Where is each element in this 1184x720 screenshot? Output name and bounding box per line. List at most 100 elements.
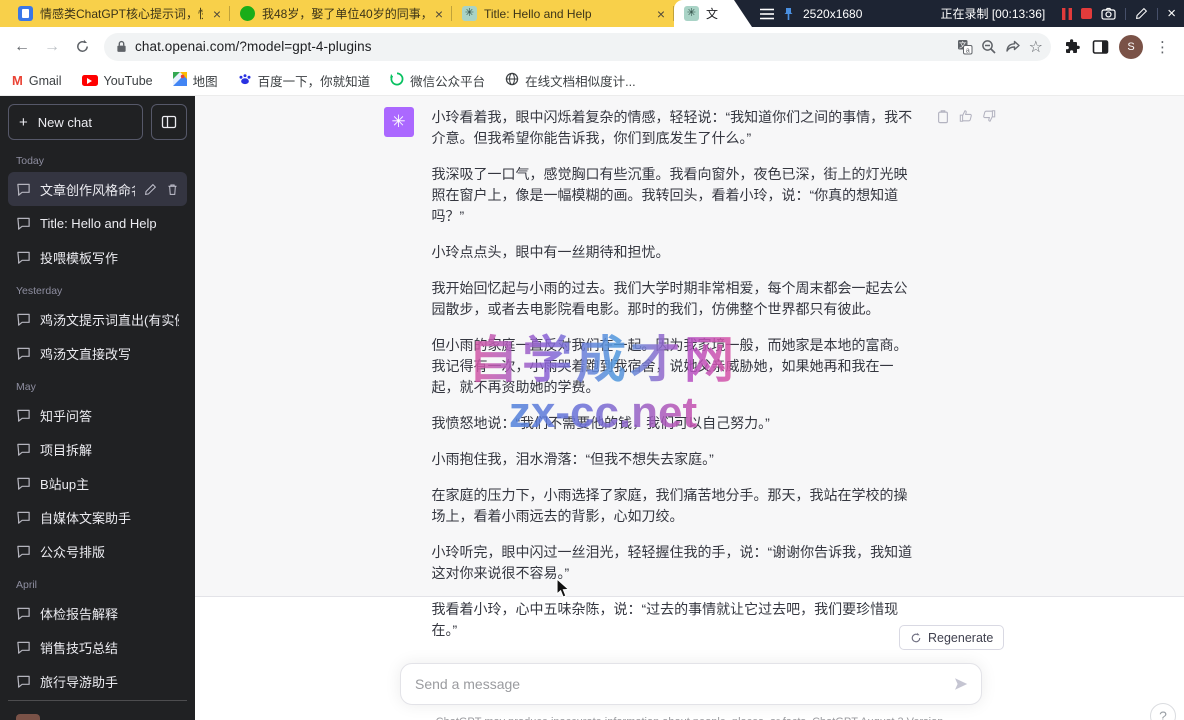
chatgpt-app: + New chat Today 文章创作风格命名：风 Title: Hello…	[0, 96, 1184, 720]
user-avatar: S	[16, 714, 40, 720]
chatgpt-icon: ✳	[462, 6, 477, 21]
message-paragraph: 我愤怒地说：“我们不需要他的钱，我们可以自己努力。”	[432, 413, 918, 434]
url-text[interactable]: chat.openai.com/?model=gpt-4-plugins	[135, 39, 949, 54]
close-icon[interactable]: ×	[1167, 5, 1176, 22]
sidebar-item-sales-skills[interactable]: 销售技巧总结	[8, 630, 187, 664]
close-icon[interactable]: ×	[432, 6, 446, 22]
sidebar-item-writing-style[interactable]: 文章创作风格命名：风	[8, 172, 187, 206]
pin-icon[interactable]	[783, 7, 794, 21]
chat-bubble-icon	[16, 442, 31, 457]
maps-icon	[173, 72, 187, 89]
back-icon[interactable]: ←	[8, 38, 36, 56]
bookmark-label: 地图	[193, 71, 218, 90]
bookmark-label: 微信公众平台	[410, 71, 485, 90]
chat-bubble-icon	[16, 346, 31, 361]
share-icon[interactable]	[1005, 39, 1021, 54]
sidebar-item-label: Title: Hello and Help	[40, 216, 179, 231]
message-input[interactable]	[415, 676, 953, 692]
message-input-container[interactable]	[400, 663, 982, 705]
disclaimer-text: ChatGPT may produce inaccurate informati…	[195, 716, 1184, 720]
message-paragraph: 我深吸了一口气，感觉胸口有些沉重。我看向窗外，夜色已深，街上的灯光映照在窗户上，…	[432, 164, 918, 227]
bookmark-doc-similarity[interactable]: 在线文档相似度计...	[505, 71, 635, 90]
section-label-may: May	[8, 370, 187, 398]
sidebar-item-health-report[interactable]: 体检报告解释	[8, 596, 187, 630]
bookmark-label: 在线文档相似度计...	[525, 71, 635, 90]
bookmark-star-icon[interactable]: ☆	[1029, 37, 1043, 57]
copy-icon[interactable]	[936, 109, 950, 124]
address-bar[interactable]: chat.openai.com/?model=gpt-4-plugins 文a …	[104, 33, 1051, 61]
stop-icon[interactable]	[1081, 8, 1092, 19]
bookmark-youtube[interactable]: YouTube	[82, 74, 153, 88]
extensions-icon[interactable]	[1059, 39, 1085, 55]
divider	[8, 700, 187, 701]
user-menu[interactable]: S Scott Henderson ⋯	[8, 706, 187, 720]
sidebar-item-label: 鸡汤文提示词直出(有实例)	[40, 310, 179, 329]
tab-wechat-article[interactable]: 我48岁，娶了单位40岁的同事， ×	[230, 0, 452, 27]
sidebar-item-hello-and-help[interactable]: Title: Hello and Help	[8, 206, 187, 240]
chat-bubble-icon	[16, 606, 31, 621]
chatgpt-avatar-icon: ✳	[384, 107, 414, 137]
bookmark-label: YouTube	[104, 74, 153, 88]
forward-icon[interactable]: →	[38, 38, 66, 56]
divider	[1157, 8, 1158, 20]
wechat-platform-icon	[390, 72, 404, 89]
tab-hello-and-help[interactable]: ✳ Title: Hello and Help ×	[452, 0, 674, 27]
sidebar-item-soup-rewrite[interactable]: 鸡汤文直接改写	[8, 336, 187, 370]
reload-icon[interactable]	[68, 39, 96, 54]
section-label-yesterday: Yesterday	[8, 274, 187, 302]
bookmark-label: 百度一下，你就知道	[258, 71, 371, 90]
recording-resolution: 2520x1680	[803, 7, 862, 21]
pencil-icon[interactable]	[1135, 7, 1148, 20]
menu-icon[interactable]	[760, 8, 774, 20]
send-icon[interactable]	[953, 676, 969, 692]
browser-menu-icon[interactable]: ⋮	[1149, 38, 1176, 56]
recording-status: 正在录制 [00:13:36]	[941, 5, 1046, 22]
conversation-panel: ✳ 小玲看着我，眼中闪烁着复杂的情感，轻轻说：“我知道你们之间的事情，我不介意。…	[195, 96, 1184, 720]
youtube-icon	[82, 75, 98, 86]
regenerate-button[interactable]: Regenerate	[899, 625, 1004, 650]
bookmark-wechat-platform[interactable]: 微信公众平台	[390, 71, 485, 90]
tab-title: Title: Hello and Help	[484, 7, 647, 21]
bookmark-maps[interactable]: 地图	[173, 71, 218, 90]
thumbs-down-icon[interactable]	[982, 109, 996, 123]
profile-avatar[interactable]: S	[1119, 35, 1143, 59]
regenerate-label: Regenerate	[928, 631, 993, 645]
new-chat-button[interactable]: + New chat	[8, 104, 143, 140]
section-label-today: Today	[8, 144, 187, 172]
delete-icon[interactable]	[166, 183, 179, 196]
sidebar-item-soup-prompts[interactable]: 鸡汤文提示词直出(有实例)	[8, 302, 187, 336]
sidebar-item-project-breakdown[interactable]: 项目拆解	[8, 432, 187, 466]
pause-icon[interactable]	[1062, 8, 1072, 20]
tab-title: 我48岁，娶了单位40岁的同事，	[262, 5, 425, 22]
thumbs-up-icon[interactable]	[959, 109, 973, 123]
bookmark-baidu[interactable]: 百度一下，你就知道	[238, 71, 371, 90]
bookmark-gmail[interactable]: M Gmail	[12, 73, 62, 88]
collapse-sidebar-button[interactable]	[151, 104, 187, 140]
translate-icon[interactable]: 文a	[957, 39, 973, 55]
tab-prompt-doc[interactable]: 情感类ChatGPT核心提示词，快 ×	[8, 0, 230, 27]
sidebar-item-template-writing[interactable]: 投喂模板写作	[8, 240, 187, 274]
assistant-message-text: 小玲看着我，眼中闪烁着复杂的情感，轻轻说：“我知道你们之间的事情，我不介意。但我…	[432, 107, 918, 656]
message-paragraph: 我开始回忆起与小雨的过去。我们大学时期非常相爱，每个周末都会一起去公园散步，或者…	[432, 278, 918, 320]
message-paragraph: 我看着小玲，心中五味杂陈，说：“过去的事情就让它过去吧，我们要珍惜现在。”	[432, 599, 918, 641]
sidebar-item-zhihu-qa[interactable]: 知乎问答	[8, 398, 187, 432]
sidebar-item-label: 自媒体文案助手	[40, 508, 179, 527]
bookmark-label: Gmail	[29, 74, 62, 88]
sidebar-item-official-account-layout[interactable]: 公众号排版	[8, 534, 187, 568]
sidebar-item-label: 销售技巧总结	[40, 638, 179, 657]
chat-bubble-icon	[16, 510, 31, 525]
sidebar-item-bilibili-uploader[interactable]: B站up主	[8, 466, 187, 500]
browser-toolbar: ← → chat.openai.com/?model=gpt-4-plugins…	[0, 27, 1184, 66]
edit-icon[interactable]	[144, 183, 157, 196]
close-icon[interactable]: ×	[210, 6, 224, 22]
gmail-icon: M	[12, 73, 23, 88]
sidebar-item-travel-guide[interactable]: 旅行导游助手	[8, 664, 187, 698]
side-panel-icon[interactable]	[1087, 39, 1113, 55]
camera-icon[interactable]	[1101, 7, 1116, 20]
sidebar-item-media-copywriter[interactable]: 自媒体文案助手	[8, 500, 187, 534]
screen-recorder-bar: 2520x1680 正在录制 [00:13:36] ×	[708, 0, 1184, 27]
chat-bubble-icon	[16, 640, 31, 655]
zoom-out-icon[interactable]	[981, 39, 997, 55]
close-icon[interactable]: ×	[654, 6, 668, 22]
sidebar-item-label: 公众号排版	[40, 542, 179, 561]
